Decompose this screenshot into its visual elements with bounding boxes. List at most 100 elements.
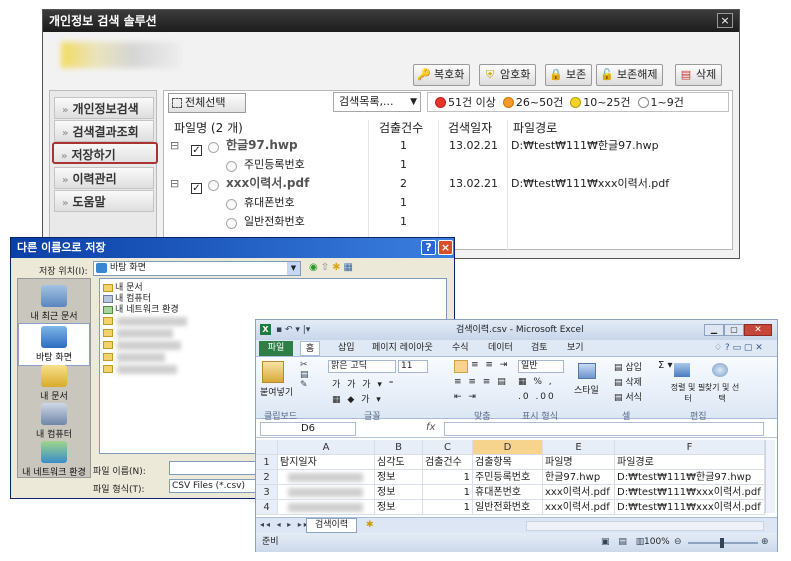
cell[interactable]: 탐지일자 <box>278 455 375 470</box>
header-date[interactable]: 검색일자 <box>448 120 492 136</box>
cell[interactable]: D:₩test₩111₩xxx이력서.pdf <box>615 485 765 500</box>
cell[interactable]: 1 <box>423 485 473 500</box>
cell[interactable]: 파일명 <box>543 455 615 470</box>
protect-button[interactable]: 🔒 보존 <box>545 64 593 86</box>
cell[interactable]: 정보 <box>375 500 423 515</box>
cell[interactable] <box>278 470 375 485</box>
tree-toggle-icon[interactable]: ⊟ <box>170 136 179 155</box>
select-all-button[interactable]: 전체선택 <box>168 93 246 113</box>
zoom-out-icon[interactable]: ⊖ <box>674 533 682 552</box>
place-network[interactable]: 내 네트워크 환경 <box>18 441 90 478</box>
function-icon[interactable]: fx <box>426 422 435 433</box>
sort-filter-button[interactable]: 정렬 및 필터 <box>670 382 706 404</box>
style-button[interactable]: 스타일 <box>574 383 599 396</box>
sidebar-item-search[interactable]: » 개인정보검색 <box>54 97 154 119</box>
column-header[interactable]: C <box>423 440 473 455</box>
cell[interactable] <box>278 485 375 500</box>
table-row[interactable]: 휴대폰번호 1 <box>164 193 732 212</box>
sidebar-item-results[interactable]: » 검색결과조회 <box>54 120 154 142</box>
cell[interactable]: xxx이력서.pdf <box>543 500 615 515</box>
zoom-slider-thumb[interactable] <box>720 538 724 548</box>
place-recent[interactable]: 내 최근 문서 <box>18 285 90 322</box>
font-color-icons[interactable]: ▦ ◆ 가 ▾ <box>332 392 383 405</box>
tree-toggle-icon[interactable]: ⊟ <box>170 174 179 193</box>
sum-icon[interactable]: Σ ▾ <box>658 360 673 371</box>
cell[interactable]: 검출항목 <box>473 455 543 470</box>
decimal-icons[interactable]: .0 .00 <box>518 392 556 402</box>
quick-access-icons[interactable]: ▪ ↶ ▾ |▾ <box>276 320 310 340</box>
cell[interactable]: 휴대폰번호 <box>473 485 543 500</box>
sheet-nav-icons[interactable]: ◂◂ ◂ ▸ ▸▸ <box>260 520 310 529</box>
tab-data[interactable]: 데이터 <box>488 341 513 356</box>
view-mode-icons[interactable]: ▣ ▤ ▥ <box>601 533 647 552</box>
cell[interactable]: 1 <box>423 470 473 485</box>
column-header[interactable]: B <box>375 440 423 455</box>
name-box[interactable]: D6 <box>260 422 356 436</box>
cell[interactable]: 정보 <box>375 485 423 500</box>
chevron-down-icon[interactable]: ▼ <box>287 262 300 275</box>
font-name-select[interactable]: 맑은 고딕 <box>328 360 396 373</box>
close-button[interactable]: × <box>438 240 453 255</box>
paste-icon[interactable] <box>262 361 284 383</box>
help-button[interactable]: ? <box>421 240 436 255</box>
encrypt-button[interactable]: ⛨ 암호화 <box>479 64 537 86</box>
tab-insert[interactable]: 삽입 <box>338 341 355 356</box>
list-item[interactable] <box>103 329 173 338</box>
font-size-select[interactable]: 11 <box>398 360 428 373</box>
indent-icons[interactable]: ⇤ ⇥ <box>454 392 478 402</box>
cell[interactable]: 심각도 <box>375 455 423 470</box>
cell[interactable]: D:₩test₩111₩한글97.hwp <box>615 470 765 485</box>
sidebar-item-help[interactable]: » 도움말 <box>54 190 154 212</box>
place-my-computer[interactable]: 내 컴퓨터 <box>18 403 90 440</box>
up-folder-icon[interactable]: ⇧ <box>321 262 332 273</box>
select-all-corner[interactable] <box>256 440 278 455</box>
list-item[interactable] <box>103 353 165 362</box>
unprotect-button[interactable]: 🔓 보존해제 <box>596 64 664 86</box>
insert-cells-button[interactable]: ▤ 삽입 <box>614 360 642 373</box>
column-header[interactable]: F <box>615 440 765 455</box>
cell[interactable]: 일반전화번호 <box>473 500 543 515</box>
list-item[interactable] <box>103 341 181 350</box>
sheet-tab[interactable]: 검색이력 <box>306 518 358 533</box>
cell[interactable] <box>278 500 375 515</box>
clipboard-icons[interactable]: ✂ ▤ ✎ <box>300 360 309 390</box>
list-item[interactable]: 내 컴퓨터 <box>103 294 151 304</box>
tab-review[interactable]: 검토 <box>531 341 548 356</box>
column-header[interactable]: D <box>473 440 543 455</box>
alignment-icons[interactable]: ≡ ≡ ⇥ <box>471 360 509 370</box>
tab-file[interactable]: 파일 <box>259 341 293 356</box>
ribbon-help-icons[interactable]: ♢ ? ▭ ▢ ✕ <box>714 341 763 356</box>
table-row[interactable]: 주민등록번호 1 <box>164 155 732 174</box>
row-header[interactable]: 1 <box>256 455 278 470</box>
vertical-scrollbar[interactable] <box>765 440 775 513</box>
formula-input[interactable] <box>444 422 764 436</box>
number-format-select[interactable]: 일반 <box>518 360 564 373</box>
maximize-button[interactable]: ▢ <box>724 324 744 336</box>
tab-page-layout[interactable]: 페이지 레이아웃 <box>372 341 433 356</box>
column-header[interactable]: A <box>278 440 375 455</box>
cell[interactable]: xxx이력서.pdf <box>543 485 615 500</box>
tab-home[interactable]: 홈 <box>300 341 320 356</box>
minimize-button[interactable]: ▁ <box>704 324 724 336</box>
place-my-documents[interactable]: 내 문서 <box>18 365 90 402</box>
close-button[interactable]: ✕ <box>744 324 772 336</box>
cell[interactable]: D:₩test₩111₩xxx이력서.pdf <box>615 500 765 515</box>
delete-cells-button[interactable]: ▤ 삭제 <box>614 375 642 388</box>
column-header[interactable]: E <box>543 440 615 455</box>
tab-view[interactable]: 보기 <box>567 341 584 356</box>
delete-button[interactable]: ▤ 삭제 <box>675 64 723 86</box>
sidebar-item-history[interactable]: » 이력관리 <box>54 167 154 189</box>
zoom-in-icon[interactable]: ⊕ <box>761 533 769 552</box>
alignment-icons[interactable]: ≡ ≡ ≡ ▤ <box>454 377 508 387</box>
cell[interactable]: 정보 <box>375 470 423 485</box>
back-icon[interactable]: ◉ <box>309 262 321 273</box>
table-row[interactable]: ⊟ ✓ xxx이력서.pdf 2 13.02.21 D:₩test₩111₩xx… <box>164 174 732 194</box>
search-list-dropdown[interactable]: 검색목록,... ▼ <box>333 92 421 112</box>
list-item[interactable]: 내 네트워크 환경 <box>103 305 179 315</box>
decrypt-button[interactable]: 🔑 복호화 <box>413 64 471 86</box>
find-select-button[interactable]: 찾기 및 선택 <box>704 382 740 404</box>
font-style-icons[interactable]: 가 가 가 ▾ ⁼ <box>332 377 396 390</box>
number-format-icons[interactable]: ▦ % , <box>518 377 554 387</box>
cell[interactable]: 1 <box>423 500 473 515</box>
list-item[interactable] <box>103 317 187 326</box>
